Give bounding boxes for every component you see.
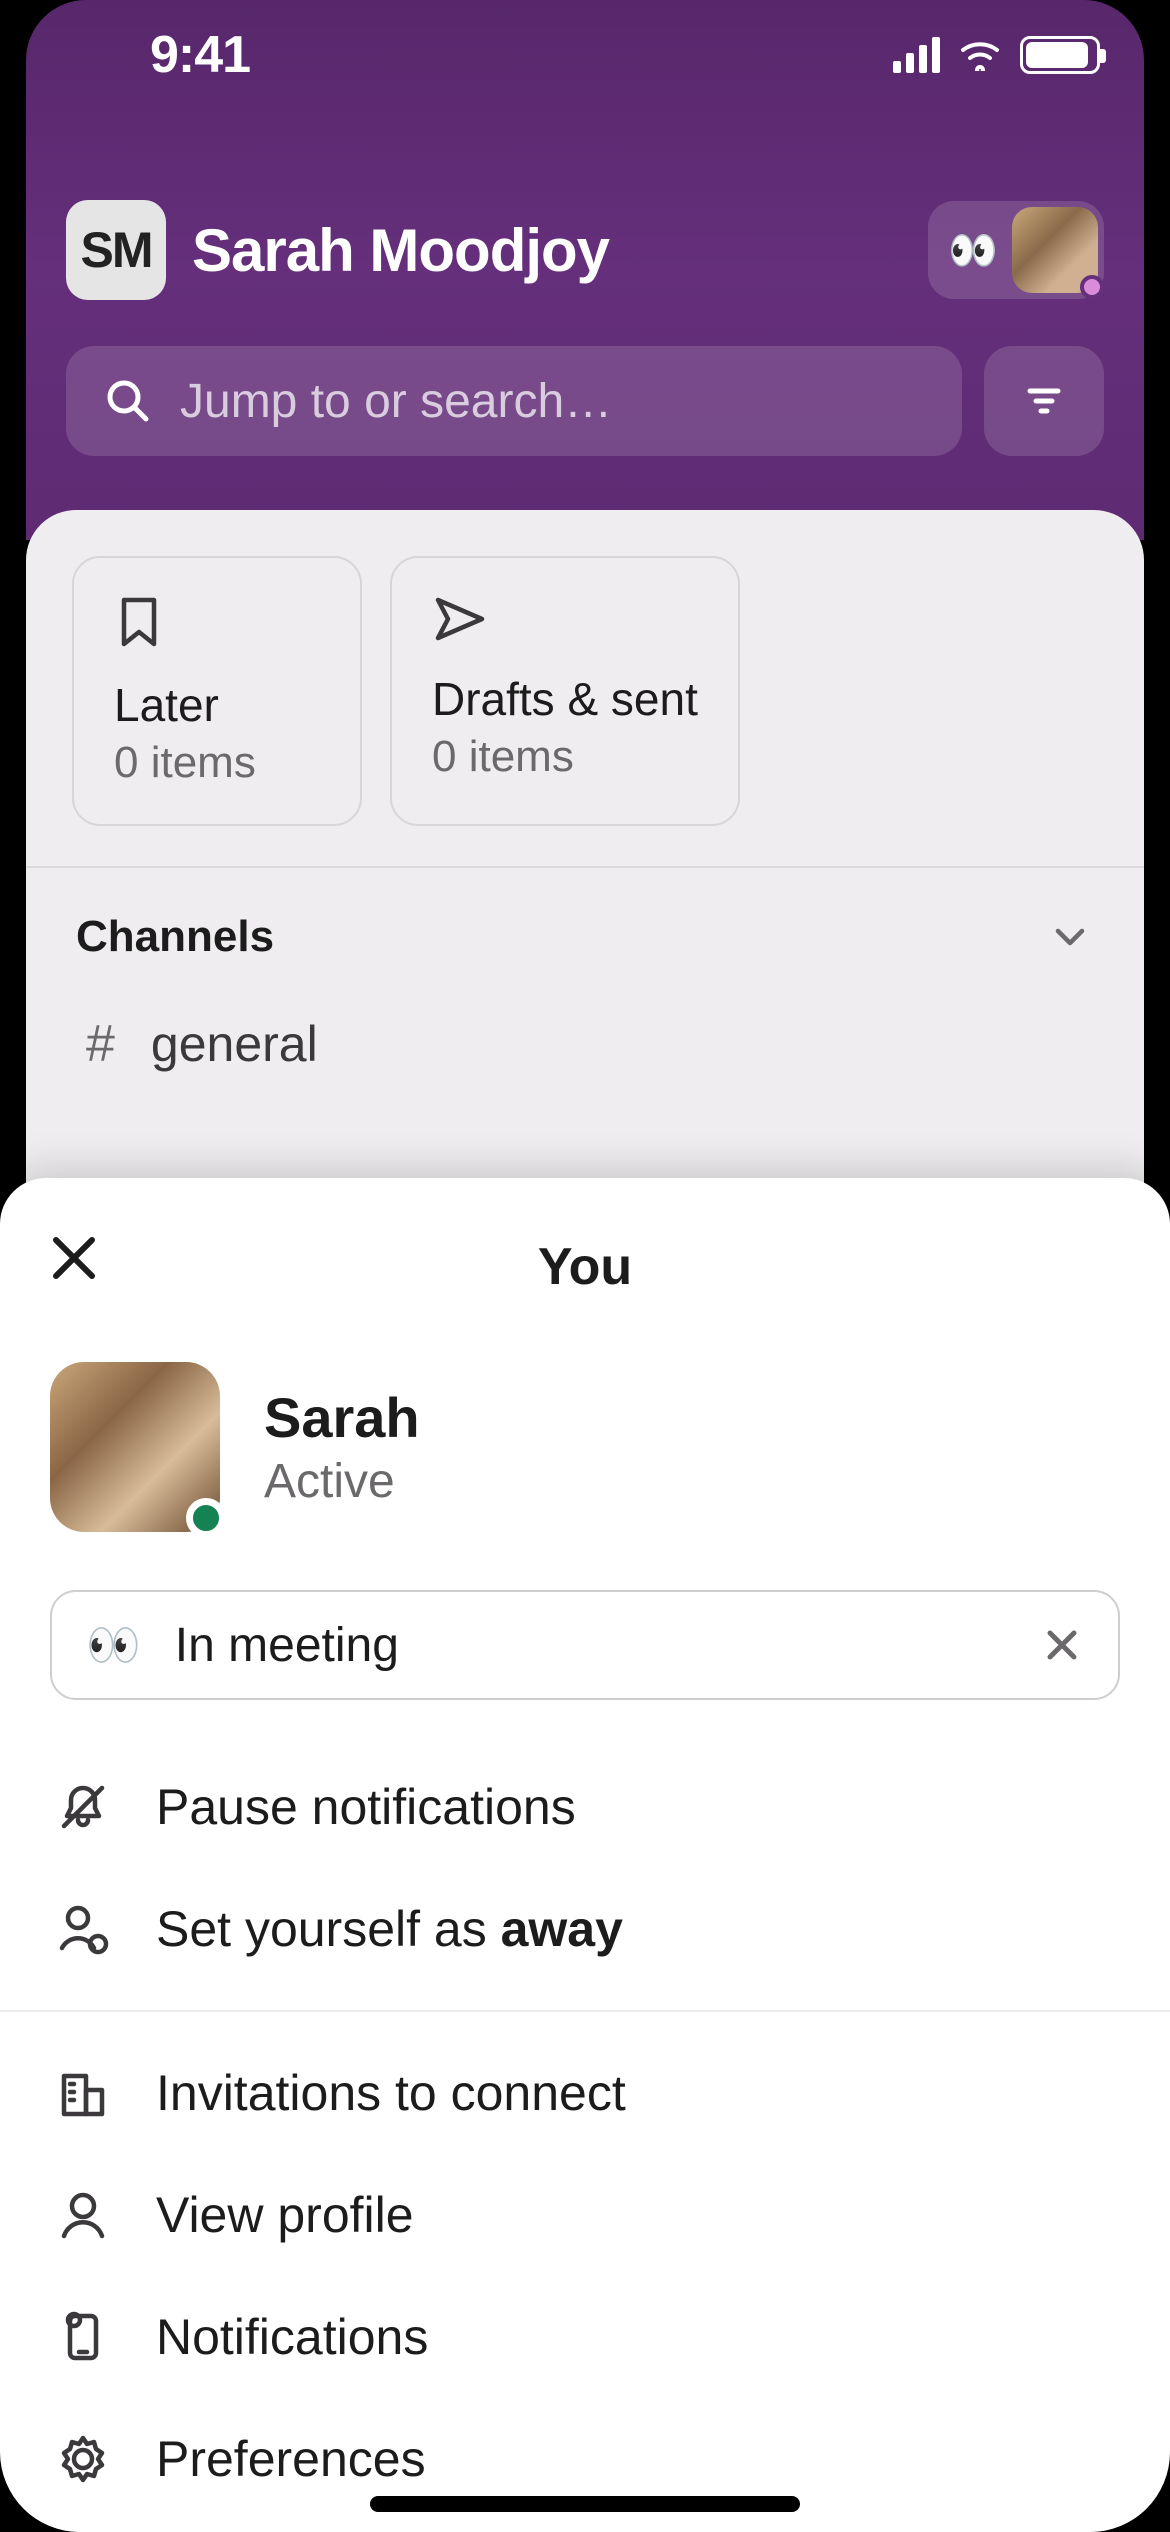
menu-label: Notifications <box>156 2308 428 2366</box>
sheet-title: You <box>538 1237 632 1297</box>
header-status-pill[interactable]: 👀 <box>928 201 1104 299</box>
menu-label: Invitations to connect <box>156 2064 626 2122</box>
bell-snooze-icon <box>54 1778 112 1836</box>
chevron-down-icon <box>1046 913 1094 961</box>
set-away-item[interactable]: Set yourself as away <box>0 1868 1170 1990</box>
status-field[interactable]: 👀 In meeting <box>50 1590 1120 1700</box>
search-input[interactable]: Jump to or search… <box>66 346 962 456</box>
gear-icon <box>54 2430 112 2488</box>
filter-button[interactable] <box>984 346 1104 456</box>
notifications-item[interactable]: Notifications <box>0 2276 1170 2398</box>
presence-dot-active <box>186 1498 226 1538</box>
channel-name: general <box>151 1015 318 1073</box>
pause-notifications-item[interactable]: Pause notifications <box>0 1746 1170 1868</box>
later-card[interactable]: Later 0 items <box>72 556 362 826</box>
profile-name: Sarah <box>264 1385 420 1450</box>
person-icon <box>54 2186 112 2244</box>
presence-dot <box>1080 275 1104 299</box>
eyes-icon: 👀 <box>934 219 1012 282</box>
profile-avatar <box>50 1362 220 1532</box>
menu-label: Pause notifications <box>156 1778 576 1836</box>
channel-row-general[interactable]: # general <box>26 982 1144 1106</box>
invitations-item[interactable]: Invitations to connect <box>0 2032 1170 2154</box>
you-sheet: You Sarah Active 👀 In meeting <box>0 1178 1170 2532</box>
workspace-title[interactable]: Sarah Moodjoy <box>192 216 902 285</box>
status-text: In meeting <box>175 1618 1006 1673</box>
filter-icon <box>1020 377 1068 425</box>
view-profile-item[interactable]: View profile <box>0 2154 1170 2276</box>
preferences-item[interactable]: Preferences <box>0 2398 1170 2488</box>
person-presence-icon <box>54 1900 112 1958</box>
cellular-icon <box>893 37 940 73</box>
drafts-card[interactable]: Drafts & sent 0 items <box>390 556 740 826</box>
battery-icon <box>1020 36 1100 74</box>
profile-presence: Active <box>264 1454 420 1509</box>
phone-badge-icon <box>54 2308 112 2366</box>
divider <box>0 2010 1170 2012</box>
status-bar: 9:41 <box>0 0 1170 110</box>
wifi-icon <box>958 39 1002 71</box>
later-subtitle: 0 items <box>114 738 320 788</box>
clear-status-icon[interactable] <box>1040 1623 1084 1667</box>
status-indicators <box>893 36 1100 74</box>
home-indicator[interactable] <box>370 2496 800 2512</box>
search-placeholder: Jump to or search… <box>180 374 612 429</box>
profile-row[interactable]: Sarah Active <box>0 1312 1170 1572</box>
workspace-badge[interactable]: SM <box>66 200 166 300</box>
channels-section-header[interactable]: Channels <box>26 868 1144 982</box>
hash-icon: # <box>86 1014 115 1074</box>
send-icon <box>432 594 488 644</box>
close-icon[interactable] <box>44 1228 104 1288</box>
eyes-icon: 👀 <box>86 1619 141 1671</box>
header-avatar[interactable] <box>1012 207 1098 293</box>
device-frame: 9:41 SM Sarah Moodjoy 👀 <box>0 0 1170 2532</box>
status-time: 9:41 <box>150 25 250 85</box>
menu-label: Preferences <box>156 2430 426 2488</box>
drafts-title: Drafts & sent <box>432 672 698 726</box>
menu-label: Set yourself as away <box>156 1900 623 1958</box>
channels-label: Channels <box>76 912 274 962</box>
buildings-icon <box>54 2064 112 2122</box>
search-icon <box>104 377 152 425</box>
bookmark-icon <box>114 594 164 650</box>
later-title: Later <box>114 678 320 732</box>
drafts-subtitle: 0 items <box>432 732 698 782</box>
menu-label: View profile <box>156 2186 414 2244</box>
